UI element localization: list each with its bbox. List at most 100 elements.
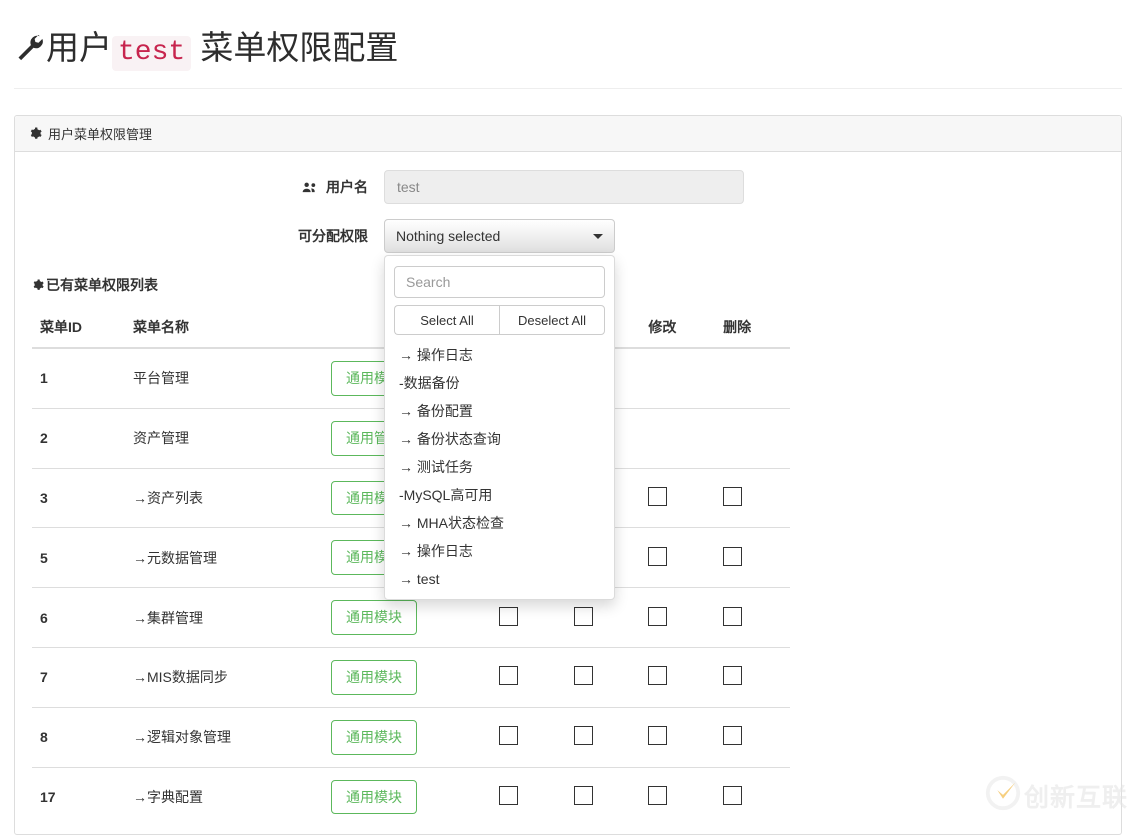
cell-checkbox-modify — [640, 528, 715, 588]
people-icon — [302, 181, 322, 197]
cell-checkbox-delete — [715, 707, 790, 767]
module-button[interactable]: 通用模块 — [331, 720, 417, 755]
cell-checkbox-delete — [715, 588, 790, 648]
table-row: 8→逻辑对象管理通用模块 — [32, 707, 790, 767]
checkbox-query[interactable] — [499, 726, 518, 745]
dropdown-item[interactable]: → 备份状态查询 — [385, 425, 614, 453]
module-button[interactable]: 通用模块 — [331, 600, 417, 635]
deselect-all-button[interactable]: Deselect All — [499, 305, 605, 335]
th-modify: 修改 — [640, 311, 715, 348]
cell-checkbox-delete — [715, 647, 790, 707]
cell-checkbox-delete — [715, 408, 790, 468]
page-title-username-code: test — [112, 36, 191, 71]
cell-checkbox-modify — [640, 408, 715, 468]
dropdown-item[interactable]: → 操作日志 — [385, 537, 614, 565]
page-title: 用户test 菜单权限配置 — [14, 26, 398, 75]
permissions-control: Nothing selected Select All Deselect All… — [384, 219, 615, 253]
cell-menu-id: 5 — [32, 528, 125, 588]
checkbox-modify[interactable] — [648, 726, 667, 745]
panel-body: 用户名 可分配权限 Nothing selected — [15, 152, 1121, 826]
select-all-button[interactable]: Select All — [394, 305, 499, 335]
dropdown-item[interactable]: → 操作日志 — [385, 341, 614, 369]
cell-menu-name: →元数据管理 — [125, 528, 323, 588]
chevron-down-icon — [593, 234, 603, 239]
cell-menu-name: 资产管理 — [125, 408, 323, 468]
cell-checkbox-query — [491, 707, 566, 767]
cell-menu-name: →MIS数据同步 — [125, 647, 323, 707]
page-title-suffix: 菜单权限配置 — [200, 29, 398, 66]
cell-menu-name: 平台管理 — [125, 348, 323, 408]
table-row: 17→字典配置通用模块 — [32, 767, 790, 826]
checkbox-delete[interactable] — [723, 607, 742, 626]
cell-module: 通用模块 — [323, 707, 491, 767]
permissions-select-value: Nothing selected — [396, 228, 500, 244]
checkbox-delete[interactable] — [723, 487, 742, 506]
permissions-row: 可分配权限 Nothing selected Select All Desele… — [29, 219, 1107, 253]
cell-menu-id: 7 — [32, 647, 125, 707]
cell-checkbox-query — [491, 767, 566, 826]
checkbox-delete[interactable] — [723, 666, 742, 685]
username-control — [384, 170, 744, 204]
cell-checkbox-delete — [715, 468, 790, 528]
checkbox-add[interactable] — [574, 666, 593, 685]
checkbox-modify[interactable] — [648, 786, 667, 805]
cell-checkbox-modify — [640, 588, 715, 648]
cell-menu-id: 1 — [32, 348, 125, 408]
checkbox-modify[interactable] — [648, 487, 667, 506]
dropdown-item[interactable]: -MySQL高可用 — [385, 481, 614, 509]
cell-module: 通用模块 — [323, 647, 491, 707]
cell-checkbox-delete — [715, 528, 790, 588]
cell-checkbox-query — [491, 647, 566, 707]
cell-checkbox-modify — [640, 767, 715, 826]
cell-checkbox-modify — [640, 348, 715, 408]
username-input — [384, 170, 744, 204]
cell-menu-id: 3 — [32, 468, 125, 528]
checkbox-add[interactable] — [574, 786, 593, 805]
permission-panel: 用户菜单权限管理 用户名 可分配权限 — [14, 115, 1122, 835]
dropdown-item[interactable]: → test — [385, 565, 614, 593]
cell-checkbox-delete — [715, 767, 790, 826]
dropdown-item[interactable]: → 测试任务 — [385, 453, 614, 481]
username-label: 用户名 — [29, 177, 384, 197]
checkbox-modify[interactable] — [648, 666, 667, 685]
checkbox-query[interactable] — [499, 607, 518, 626]
permissions-select-button[interactable]: Nothing selected — [384, 219, 615, 253]
cell-checkbox-delete — [715, 348, 790, 408]
existing-permissions-title-text: 已有菜单权限列表 — [46, 275, 158, 295]
permissions-label: 可分配权限 — [29, 226, 384, 246]
dropdown-item[interactable]: -数据备份 — [385, 369, 614, 397]
dropdown-item[interactable]: → 备份配置 — [385, 397, 614, 425]
checkbox-delete[interactable] — [723, 786, 742, 805]
th-delete: 删除 — [715, 311, 790, 348]
checkbox-query[interactable] — [499, 786, 518, 805]
cell-menu-name: →字典配置 — [125, 767, 323, 826]
dropdown-search-wrap — [385, 261, 614, 302]
checkbox-delete[interactable] — [723, 726, 742, 745]
cell-checkbox-add — [566, 647, 641, 707]
page-title-prefix: 用户 — [46, 29, 112, 66]
cell-module: 通用模块 — [323, 767, 491, 826]
dropdown-search-input[interactable] — [394, 266, 605, 298]
module-button[interactable]: 通用模块 — [331, 780, 417, 815]
checkbox-modify[interactable] — [648, 607, 667, 626]
cell-menu-name: →集群管理 — [125, 588, 323, 648]
checkbox-add[interactable] — [574, 726, 593, 745]
dropdown-action-buttons: Select All Deselect All — [394, 305, 605, 335]
title-divider — [14, 88, 1122, 89]
panel-heading: 用户菜单权限管理 — [15, 116, 1121, 152]
cell-checkbox-modify — [640, 468, 715, 528]
dropdown-item[interactable]: → MHA状态检查 — [385, 509, 614, 537]
checkbox-modify[interactable] — [648, 547, 667, 566]
checkbox-query[interactable] — [499, 666, 518, 685]
cell-checkbox-modify — [640, 707, 715, 767]
cell-menu-id: 6 — [32, 588, 125, 648]
table-row: 7→MIS数据同步通用模块 — [32, 647, 790, 707]
checkbox-delete[interactable] — [723, 547, 742, 566]
checkbox-add[interactable] — [574, 607, 593, 626]
module-button[interactable]: 通用模块 — [331, 660, 417, 695]
cell-checkbox-add — [566, 707, 641, 767]
permissions-dropdown-menu: Select All Deselect All → 操作日志 -数据备份 → 备… — [384, 255, 615, 600]
gear-icon — [29, 127, 42, 140]
wrench-icon — [14, 29, 44, 73]
th-menu-id: 菜单ID — [32, 311, 125, 348]
